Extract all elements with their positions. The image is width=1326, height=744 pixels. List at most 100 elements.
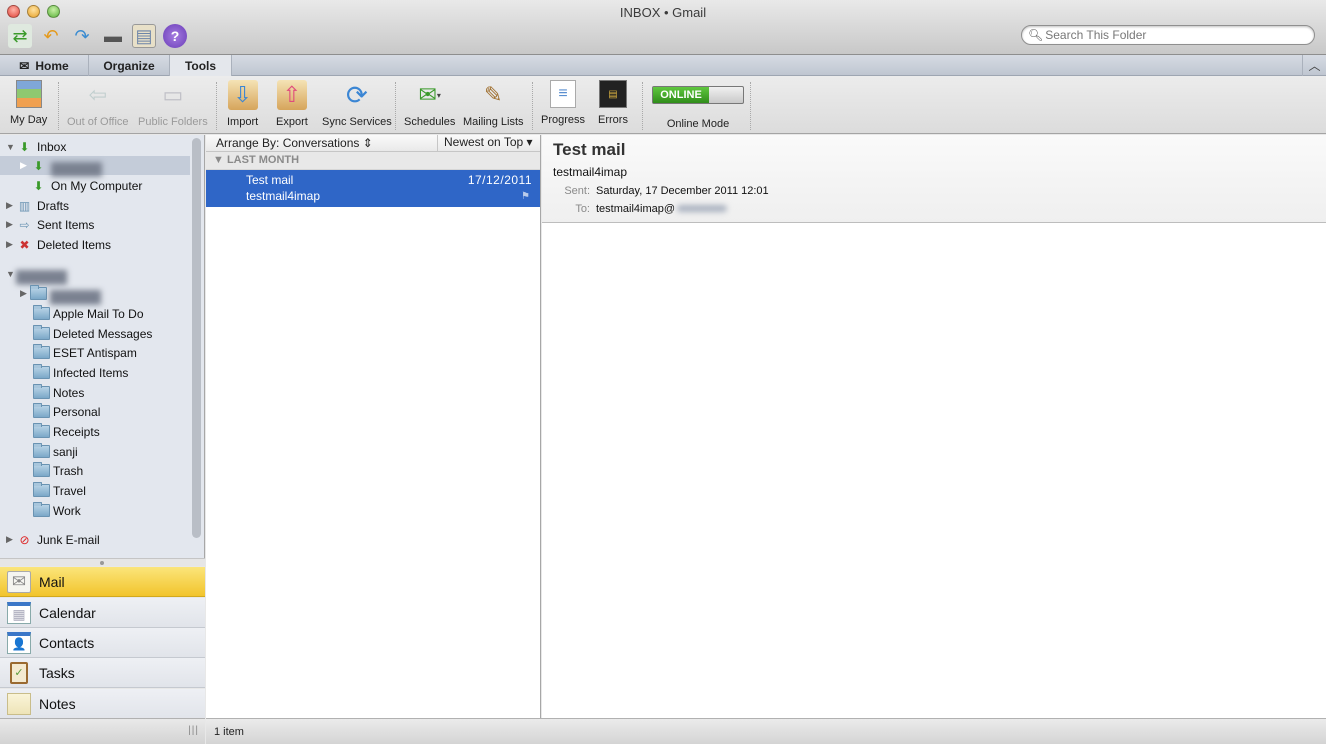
to-label: To: xyxy=(575,203,590,215)
tab-home[interactable]: ✉ Home xyxy=(0,55,89,76)
mailing-lists-button[interactable]: ✎ Mailing Lists xyxy=(463,80,524,132)
sync-icon: ⟳ xyxy=(345,79,368,110)
redacted-domain xyxy=(677,205,728,212)
folder-icon xyxy=(33,344,50,359)
disclosure-collapsed-icon[interactable]: ▶ xyxy=(6,534,16,545)
folder-item[interactable]: Trash xyxy=(33,461,83,480)
folder-item[interactable]: Personal xyxy=(33,402,100,421)
folder-junk-email[interactable]: ▶ ⊘ Junk E-mail xyxy=(6,530,100,549)
errors-icon: ▤ xyxy=(598,80,627,108)
disclosure-collapsed-icon[interactable]: ▶ xyxy=(6,200,16,211)
folder-inbox[interactable]: ▼ ⬇ Inbox xyxy=(6,137,66,156)
reader-sender[interactable]: testmail4imap xyxy=(553,165,627,179)
disclosure-collapsed-icon[interactable]: ▶ xyxy=(20,288,30,299)
folder-icon xyxy=(30,285,47,300)
ribbon-separator xyxy=(750,82,751,130)
errors-button[interactable]: ▤ Errors xyxy=(598,80,628,132)
sync-services-button[interactable]: ⟳ Sync Services xyxy=(322,80,392,132)
arrange-by-menu[interactable]: Arrange By: Conversations ⇕ xyxy=(216,136,373,150)
folder-deleted-items[interactable]: ▶ ✖ Deleted Items xyxy=(6,235,111,254)
folder-account-inbox[interactable]: ▶ ⬇ ██████ xyxy=(0,156,190,176)
resize-grip-icon[interactable]: ||| xyxy=(188,725,199,736)
help-icon[interactable]: ? xyxy=(163,24,187,48)
folder-icon xyxy=(33,423,50,438)
folder-item[interactable]: Apple Mail To Do xyxy=(33,304,144,323)
export-icon: ⇧ xyxy=(276,80,307,110)
import-button[interactable]: ⇩ Import xyxy=(227,80,258,132)
ribbon-separator xyxy=(642,82,643,130)
search-icon: 🔍︎ xyxy=(1028,28,1044,42)
search-field[interactable]: 🔍︎ xyxy=(1021,25,1315,45)
folder-icon xyxy=(33,443,50,458)
ribbon-separator xyxy=(395,82,396,130)
folder-item[interactable]: Travel xyxy=(33,481,86,500)
folder-icon xyxy=(33,364,50,379)
nav-contacts[interactable]: 👤 Contacts xyxy=(0,628,205,658)
flag-icon[interactable]: ⚑ xyxy=(521,191,530,202)
tasks-icon: ✓ xyxy=(10,661,28,684)
collapse-ribbon-button[interactable]: ︿ xyxy=(1302,55,1326,76)
print-icon[interactable]: ▬ xyxy=(101,24,125,48)
notes-icon xyxy=(7,693,31,715)
public-folders-icon: ▭ xyxy=(162,82,184,107)
group-header-last-month[interactable]: ▼ LAST MONTH xyxy=(206,152,540,170)
search-input[interactable] xyxy=(1045,28,1296,42)
disclosure-collapsed-icon[interactable]: ▶ xyxy=(6,239,16,250)
nav-notes[interactable]: Notes xyxy=(0,689,205,719)
sort-order-menu[interactable]: Newest on Top ▾ xyxy=(437,135,540,151)
contacts-icon: 👤 xyxy=(7,631,31,654)
disclosure-expanded-icon[interactable]: ▼ xyxy=(6,142,16,152)
folder-sent-items[interactable]: ▶ ⇨ Sent Items xyxy=(6,215,94,234)
tab-tools[interactable]: Tools xyxy=(170,55,232,76)
account-header[interactable]: ▼ ██████ xyxy=(6,264,67,284)
public-folders-button[interactable]: ▭ Public Folders xyxy=(138,80,208,132)
title-bar: INBOX • Gmail ⇄ ↶ ↷ ▬ ▤ ? 🔍︎ xyxy=(0,0,1326,55)
folder-item[interactable]: sanji xyxy=(33,442,78,461)
folder-item[interactable]: Work xyxy=(33,501,81,520)
online-mode-button[interactable]: ONLINE Online Mode xyxy=(652,80,744,132)
export-button[interactable]: ⇧ Export xyxy=(276,80,308,132)
disclosure-collapsed-icon[interactable]: ▶ xyxy=(6,219,16,230)
send-receive-icon[interactable]: ⇄ xyxy=(8,24,32,48)
folder-item[interactable]: Deleted Messages xyxy=(33,324,152,343)
splitter-handle-icon xyxy=(100,561,104,565)
pane-splitter[interactable] xyxy=(0,558,205,566)
door-icon: ⇦ xyxy=(88,82,107,107)
message-subject: Test mail xyxy=(246,173,294,187)
folder-item[interactable]: Receipts xyxy=(33,422,100,441)
calendar-icon: ▦ xyxy=(7,601,31,624)
undo-icon[interactable]: ↶ xyxy=(39,24,63,48)
folder-account-sub[interactable]: ▶ ██████ xyxy=(20,284,101,304)
progress-button[interactable]: ≡ Progress xyxy=(541,80,585,132)
junk-icon: ⊘ xyxy=(19,532,30,547)
nav-footer: ||| xyxy=(0,718,205,744)
tab-organize[interactable]: Organize xyxy=(89,55,170,76)
nav-mail[interactable]: ✉ Mail xyxy=(0,567,205,597)
folder-item[interactable]: Notes xyxy=(33,383,84,402)
nav-tasks[interactable]: ✓ Tasks xyxy=(0,658,205,688)
message-header: Test mail testmail4imap Sent: Saturday, … xyxy=(542,135,1326,223)
to-value[interactable]: testmail4imap@ xyxy=(596,203,728,215)
folder-on-my-computer[interactable]: ⬇ On My Computer xyxy=(30,176,142,195)
schedules-button[interactable]: ✉ ▾ Schedules xyxy=(404,80,455,132)
folder-item[interactable]: Infected Items xyxy=(33,363,128,382)
out-of-office-button[interactable]: ⇦ Out of Office xyxy=(67,80,129,132)
folder-pane-scrollbar[interactable] xyxy=(192,138,201,538)
disclosure-collapsed-icon[interactable]: ▶ xyxy=(20,160,30,171)
my-day-icon[interactable]: ▤ xyxy=(132,24,156,48)
folder-pane: ▼ ⬇ Inbox ▶ ⬇ ██████ ⬇ On My Computer ▶ ▥ Draft… xyxy=(0,135,205,565)
my-day-button[interactable]: My Day xyxy=(10,80,47,132)
folder-item[interactable]: ESET Antispam xyxy=(33,343,137,362)
status-bar: 1 item xyxy=(206,718,1326,744)
nav-calendar[interactable]: ▦ Calendar xyxy=(0,598,205,628)
redo-icon[interactable]: ↷ xyxy=(70,24,94,48)
message-row[interactable]: Test mail testmail4imap 17/12/2011 ⚑ xyxy=(206,170,540,207)
progress-icon: ≡ xyxy=(550,80,577,108)
reader-subject: Test mail xyxy=(553,140,626,159)
item-count: 1 item xyxy=(214,726,244,738)
online-toggle[interactable]: ONLINE xyxy=(652,86,744,104)
disclosure-expanded-icon[interactable]: ▼ xyxy=(6,269,16,279)
reading-pane: Test mail testmail4imap Sent: Saturday, … xyxy=(542,135,1326,718)
ribbon-separator xyxy=(216,82,217,130)
folder-drafts[interactable]: ▶ ▥ Drafts xyxy=(6,196,69,215)
